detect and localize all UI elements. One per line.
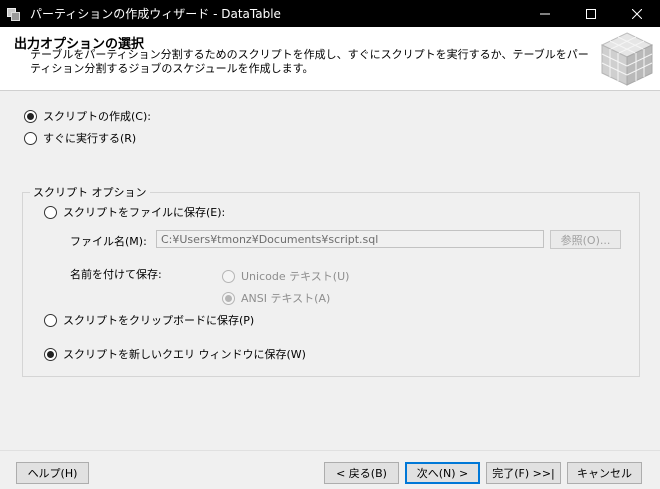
create-script-radio[interactable] bbox=[24, 109, 37, 123]
minimize-icon bbox=[540, 13, 550, 14]
save-to-clipboard-option[interactable]: スクリプトをクリップボードに保存(P) bbox=[44, 312, 254, 328]
unicode-text-label: Unicode テキスト(U) bbox=[241, 270, 350, 283]
back-button[interactable]: < 戻る(B) bbox=[324, 462, 399, 484]
title-bar: パーティションの作成ウィザード - DataTable bbox=[0, 0, 660, 27]
run-now-label: すぐに実行する(R) bbox=[43, 132, 137, 145]
script-options-group-label: スクリプト オプション bbox=[30, 184, 150, 200]
ansi-text-label: ANSI テキスト(A) bbox=[241, 292, 331, 305]
help-button[interactable]: ヘルプ(H) bbox=[16, 462, 89, 484]
save-to-query-window-label: スクリプトを新しいクエリ ウィンドウに保存(W) bbox=[63, 348, 306, 361]
file-name-label: ファイル名(M): bbox=[70, 235, 147, 248]
unicode-text-option[interactable]: Unicode テキスト(U) bbox=[222, 268, 349, 284]
minimize-button[interactable] bbox=[522, 0, 568, 27]
wizard-header: 出力オプションの選択 テーブルをパーティション分割するためのスクリプトを作成し、… bbox=[0, 27, 660, 91]
save-to-clipboard-label: スクリプトをクリップボードに保存(P) bbox=[63, 314, 255, 327]
footer-divider bbox=[0, 450, 660, 451]
save-to-clipboard-radio[interactable] bbox=[44, 313, 57, 327]
page-description: テーブルをパーティション分割するためのスクリプトを作成し、すぐにスクリプトを実行… bbox=[30, 48, 589, 75]
save-to-file-label: スクリプトをファイルに保存(E): bbox=[63, 206, 226, 219]
save-as-label: 名前を付けて保存: bbox=[70, 268, 162, 281]
close-button[interactable] bbox=[614, 0, 660, 27]
ansi-text-radio[interactable] bbox=[222, 291, 235, 305]
save-to-query-window-radio[interactable] bbox=[44, 347, 57, 361]
cube-logo-icon bbox=[600, 32, 654, 86]
save-to-query-window-option[interactable]: スクリプトを新しいクエリ ウィンドウに保存(W) bbox=[44, 346, 306, 362]
unicode-text-radio[interactable] bbox=[222, 269, 235, 283]
run-now-option[interactable]: すぐに実行する(R) bbox=[24, 130, 136, 146]
window-title: パーティションの作成ウィザード - DataTable bbox=[30, 7, 281, 21]
finish-button[interactable]: 完了(F) >>| bbox=[486, 462, 561, 484]
run-now-radio[interactable] bbox=[24, 131, 37, 145]
create-script-label: スクリプトの作成(C): bbox=[43, 110, 151, 123]
next-button[interactable]: 次へ(N) > bbox=[405, 462, 480, 484]
save-to-file-radio[interactable] bbox=[44, 205, 57, 219]
close-icon bbox=[632, 8, 642, 19]
cancel-button[interactable]: キャンセル bbox=[567, 462, 642, 484]
create-script-option[interactable]: スクリプトの作成(C): bbox=[24, 108, 151, 124]
maximize-icon bbox=[586, 8, 596, 19]
save-to-file-option[interactable]: スクリプトをファイルに保存(E): bbox=[44, 204, 225, 220]
file-name-input[interactable]: C:¥Users¥tmonz¥Documents¥script.sql bbox=[156, 230, 544, 248]
maximize-button[interactable] bbox=[568, 0, 614, 27]
ansi-text-option[interactable]: ANSI テキスト(A) bbox=[222, 290, 330, 306]
app-icon bbox=[6, 6, 22, 22]
browse-button[interactable]: 参照(O)... bbox=[550, 230, 621, 249]
